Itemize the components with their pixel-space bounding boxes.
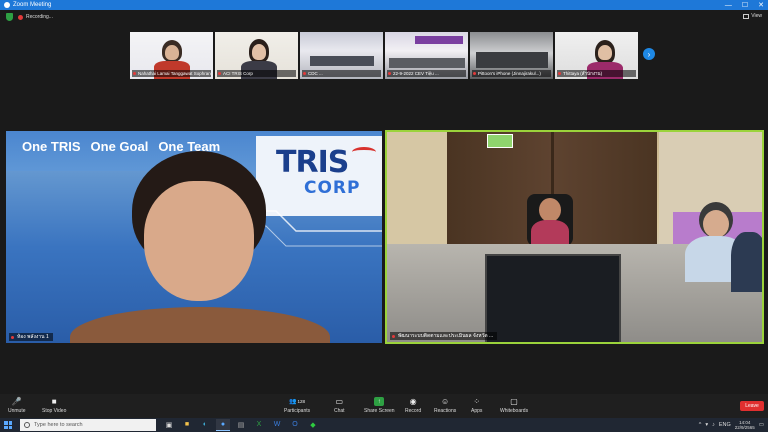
video-tile-left[interactable]: One TRIS One Goal One Team TRIS CORP ห้อ…: [6, 131, 382, 343]
video-camera-icon: ■: [51, 397, 57, 406]
outlook-icon[interactable]: O: [288, 419, 302, 431]
meeting-status-row: Recording... View: [0, 10, 768, 24]
window-title: Zoom Meeting: [13, 2, 52, 8]
participant-name: Nahathai Lamai Tanggawat Sophrangkul ...: [132, 70, 211, 77]
view-label: View: [751, 13, 762, 19]
record-label: Record: [405, 408, 422, 414]
store-icon[interactable]: ▤: [234, 419, 248, 431]
apps-label: Apps: [471, 408, 483, 414]
participant-name: 22-9-2022 CEV Tiệu ...: [387, 70, 466, 77]
share-screen-icon: ↑: [374, 397, 385, 406]
clock-date: 22/9/2565: [734, 425, 755, 430]
taskbar-clock[interactable]: 14:04 22/9/2565: [735, 420, 755, 430]
record-icon: ◉: [409, 397, 417, 406]
edge-browser-icon[interactable]: ◐: [198, 419, 212, 431]
windows-start-icon[interactable]: [4, 421, 12, 429]
whiteboards-button[interactable]: ▢ Whiteboards: [500, 397, 528, 414]
participant-name: พัฒนาระบบติดตามและประเมินผล จังหวัด ...: [390, 332, 498, 340]
wall-sign: [487, 134, 513, 148]
security-shield-icon[interactable]: [6, 13, 13, 21]
presiding-person: [527, 194, 573, 250]
os-taskbar: Type here to search ▣ ■ ◐ ● ▤ X W O ◆ ^ …: [0, 418, 768, 432]
zoom-icon: [4, 2, 10, 8]
task-view-icon[interactable]: ▣: [162, 419, 176, 431]
leave-button[interactable]: Leave: [740, 401, 764, 411]
meeting-toolbar: 🎤 Unmute ■ Stop Video 👥 128 Participants …: [0, 394, 768, 418]
stop-video-label: Stop Video: [42, 408, 67, 414]
notifications-icon[interactable]: ▭: [759, 422, 764, 428]
share-screen-label: Share Screen: [364, 408, 395, 414]
microphone-muted-icon: 🎤: [11, 397, 22, 406]
participants-button[interactable]: 👥 128 Participants: [284, 397, 310, 414]
taskbar-pinned-apps: ▣ ■ ◐ ● ▤ X W O ◆: [162, 419, 320, 431]
participants-icon: 👥 128: [289, 399, 306, 405]
video-tile-right-active-speaker[interactable]: พัฒนาระบบติดตามและประเมินผล จังหวัด ...: [385, 130, 764, 344]
network-icon[interactable]: ▾: [705, 422, 708, 428]
reactions-smiley-icon: ☺: [441, 397, 450, 406]
view-button[interactable]: View: [743, 13, 762, 19]
participants-label: Participants: [284, 408, 311, 414]
participant-thumbnail[interactable]: CDC ...: [300, 32, 383, 79]
taskbar-search-input[interactable]: Type here to search: [20, 419, 156, 431]
zoom-app-icon[interactable]: ●: [216, 419, 230, 431]
participants-count: 128: [297, 399, 306, 404]
logo-swoosh-icon: [352, 147, 376, 157]
close-button[interactable]: ✕: [758, 1, 764, 9]
volume-icon[interactable]: ♪: [712, 422, 715, 428]
reactions-button[interactable]: ☺ Reactions: [434, 397, 456, 414]
participant-thumbnail-strip: Nahathai Lamai Tanggawat Sophrangkul ...…: [130, 32, 638, 79]
chat-button[interactable]: ▭ Chat: [334, 397, 345, 414]
chat-label: Chat: [334, 408, 345, 414]
participant-name: CDC ...: [302, 70, 381, 77]
apps-button[interactable]: ⁘ Apps: [471, 397, 482, 414]
stop-video-button[interactable]: ■ Stop Video: [42, 397, 66, 414]
monitor-screen: [485, 254, 621, 342]
grid-icon: [743, 13, 750, 19]
banner-text: One TRIS: [22, 139, 81, 154]
participant-thumbnail[interactable]: 22-9-2022 CEV Tiệu ...: [385, 32, 468, 79]
recording-indicator: Recording...: [18, 14, 53, 20]
unmute-label: Unmute: [8, 408, 26, 414]
banner-text: One Goal: [90, 139, 149, 154]
word-icon[interactable]: W: [270, 419, 284, 431]
file-explorer-icon[interactable]: ■: [180, 419, 194, 431]
apps-icon: ⁘: [473, 397, 481, 406]
whiteboard-icon: ▢: [510, 397, 518, 406]
participant-name: Pittoon's iPhone (Jinnajirakul...): [472, 70, 551, 77]
unmute-button[interactable]: 🎤 Unmute: [8, 397, 26, 414]
whiteboards-label: Whiteboards: [500, 408, 529, 414]
participant-name: ACI TRIS Corp: [217, 70, 296, 77]
window-title-bar: Zoom Meeting — ☐ ✕: [0, 0, 768, 10]
participant-name: ห้อง พลังงาน 1: [9, 333, 53, 341]
recording-dot-icon: [18, 14, 23, 20]
participant-thumbnail[interactable]: Pittoon's iPhone (Jinnajirakul...): [470, 32, 553, 79]
recording-label: Recording...: [26, 14, 53, 20]
record-button[interactable]: ◉ Record: [405, 397, 421, 414]
share-screen-button[interactable]: ↑ Share Screen: [364, 397, 395, 414]
language-indicator[interactable]: ENG: [719, 422, 731, 428]
participant-thumbnail[interactable]: Thittaya (สำนักงาน): [555, 32, 638, 79]
line-app-icon[interactable]: ◆: [306, 419, 320, 431]
minimize-button[interactable]: —: [725, 2, 732, 9]
participant-name: Thittaya (สำนักงาน): [557, 70, 636, 77]
system-tray: ^ ▾ ♪ ENG 14:04 22/9/2565 ▭: [699, 419, 764, 431]
participant-thumbnail[interactable]: ACI TRIS Corp: [215, 32, 298, 79]
chat-bubble-icon: ▭: [335, 397, 344, 406]
participant-thumbnail[interactable]: Nahathai Lamai Tanggawat Sophrangkul ...: [130, 32, 213, 79]
excel-icon[interactable]: X: [252, 419, 266, 431]
tray-chevron-icon[interactable]: ^: [699, 422, 702, 428]
reactions-label: Reactions: [434, 408, 457, 414]
maximize-button[interactable]: ☐: [742, 1, 748, 9]
next-page-arrow-icon[interactable]: ›: [643, 48, 655, 60]
